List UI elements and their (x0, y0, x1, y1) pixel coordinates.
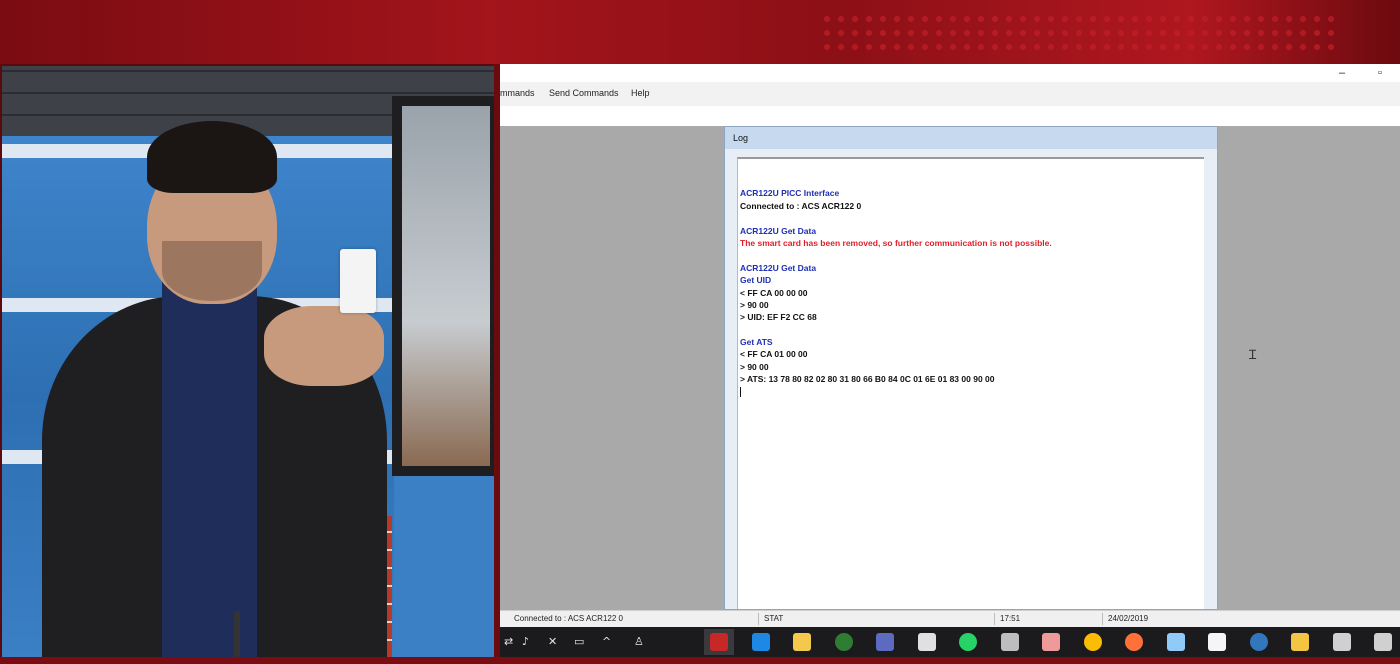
status-bar: Connected to : ACS ACR122 0 STAT 17:51 2… (500, 610, 1400, 627)
internet-explorer-icon[interactable] (751, 633, 770, 651)
log-line: < FF CA 00 00 00 (740, 287, 808, 298)
log-blank-line (740, 212, 1204, 224)
camera-feed (2, 66, 494, 657)
presenter-beard (162, 241, 262, 301)
device-icon[interactable] (1000, 633, 1019, 651)
chevron-up-icon[interactable]: ^ (602, 635, 611, 648)
acs-app-icon[interactable] (710, 633, 728, 651)
log-line: The smart card has been removed, so furt… (740, 237, 1052, 248)
notepad-icon[interactable] (1166, 633, 1185, 651)
calculator-icon[interactable] (917, 633, 936, 651)
text-caret (740, 387, 741, 398)
log-line: < FF CA 01 00 00 (740, 349, 808, 360)
toolbar-area (500, 106, 1400, 126)
edge-icon[interactable] (1249, 633, 1268, 651)
menu-bar: mmands Send Commands Help (500, 82, 1400, 106)
status-separator (994, 613, 995, 625)
menu-help[interactable]: Help (631, 88, 650, 98)
microphone-stand (234, 611, 240, 657)
app-titlebar: – ▫ (500, 64, 1400, 82)
desktop-screen: – ▫ mmands Send Commands Help Log ACR122… (500, 64, 1400, 657)
chrome-icon[interactable] (1083, 633, 1102, 651)
video-frame: – ▫ mmands Send Commands Help Log ACR122… (0, 0, 1400, 664)
search-icon[interactable] (1374, 633, 1392, 651)
log-titlebar[interactable]: Log (725, 127, 1217, 149)
menu-send-commands[interactable]: Send Commands (549, 88, 619, 98)
log-text-area[interactable]: ACR122U PICC Interface Connected to : ACS… (737, 157, 1204, 609)
log-blank-line (740, 249, 1204, 261)
log-line: Get UID (740, 275, 772, 286)
broadcast-banner (0, 0, 1400, 64)
text-cursor-icon: Ɪ (1249, 348, 1257, 363)
wifi-icon[interactable]: ✕ (548, 635, 557, 648)
windows-taskbar: ⇄ ♪ ✕ ▭ ^ ♙ (500, 627, 1400, 657)
green-app-icon[interactable] (834, 633, 853, 651)
log-title: Log (733, 133, 749, 143)
presenter-shirt (162, 281, 257, 657)
banner-pattern (820, 12, 1340, 52)
volume-icon[interactable]: ♪ (522, 635, 529, 648)
log-line: > ATS: 13 78 80 82 02 80 31 80 66 B0 84 … (740, 374, 995, 385)
chat-app-icon[interactable] (1042, 633, 1060, 651)
broadcast-bottom-strip (0, 657, 1400, 664)
menu-commands[interactable]: mmands (500, 88, 535, 98)
battery-icon[interactable]: ▭ (574, 635, 584, 648)
status-separator (1102, 613, 1103, 625)
log-line: > 90 00 (740, 299, 769, 310)
log-line: > 90 00 (740, 361, 769, 372)
status-connection: Connected to : ACS ACR122 0 (514, 614, 623, 623)
log-blank-line (740, 175, 1204, 187)
maximize-button[interactable]: ▫ (1368, 66, 1392, 80)
studio-blue-panel (394, 476, 494, 657)
presenter-hand (264, 306, 384, 386)
network-icon[interactable]: ⇄ (504, 635, 513, 648)
whatsapp-icon[interactable] (959, 633, 977, 651)
log-line: Connected to : ACS ACR122 0 (740, 200, 862, 211)
presenter-hair (147, 121, 277, 193)
people-icon[interactable]: ♙ (634, 635, 644, 648)
log-line: ACR122U Get Data (740, 262, 817, 273)
firefox-icon[interactable] (1125, 633, 1143, 651)
status-state: STAT (764, 614, 784, 623)
sticky-notes-icon[interactable] (793, 633, 811, 651)
file-explorer-icon[interactable] (1291, 633, 1309, 651)
studio-monitor-screen (402, 106, 490, 466)
status-date: 24/02/2019 (1108, 614, 1149, 623)
log-window[interactable]: Log ACR122U PICC Interface Connected to :… (724, 126, 1256, 610)
log-caret-line (740, 386, 1204, 398)
log-line: Get ATS (740, 337, 773, 348)
log-line: > UID: EF F2 CC 68 (740, 312, 817, 323)
log-line: ACR122U PICC Interface (740, 188, 840, 199)
minimize-button[interactable]: – (1330, 66, 1354, 80)
log-blank-line (740, 324, 1204, 336)
network-tool-icon[interactable] (876, 633, 894, 651)
task-view-icon[interactable] (1332, 633, 1351, 651)
status-time: 17:51 (1000, 614, 1021, 623)
smart-card (340, 249, 376, 313)
log-line: ACR122U Get Data (740, 225, 817, 236)
store-icon[interactable] (1208, 633, 1226, 651)
status-separator (758, 613, 759, 625)
